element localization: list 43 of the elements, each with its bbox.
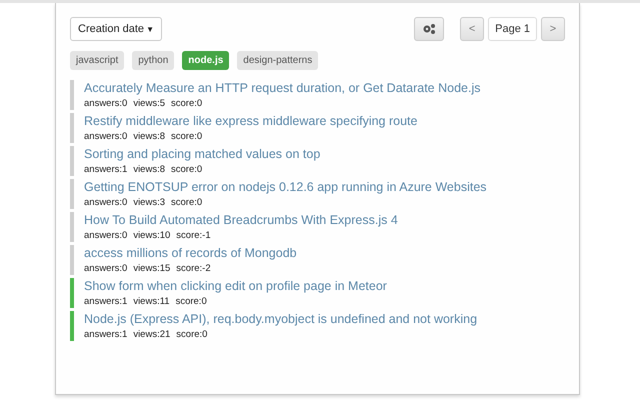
- gears-icon: [422, 23, 436, 35]
- answers-count: answers:1: [84, 329, 128, 340]
- score-value: score:0: [171, 131, 202, 142]
- question-link[interactable]: Accurately Measure an HTTP request duration, or Get Datarate Node.js: [84, 81, 565, 95]
- sort-select[interactable]: Creation date ▼: [70, 17, 162, 41]
- previous-page-button[interactable]: <: [460, 17, 484, 41]
- tag-button[interactable]: javascript: [70, 51, 124, 70]
- question-link[interactable]: Node.js (Express API), req.body.myobject is undefined and not working: [84, 312, 565, 326]
- views-count: views:15: [133, 263, 170, 274]
- score-value: score:0: [176, 329, 208, 340]
- views-count: views:5: [133, 98, 165, 109]
- score-value: score:0: [171, 164, 202, 175]
- score-value: score:0: [176, 296, 207, 307]
- score-value: score:0: [171, 98, 202, 109]
- views-count: views:8: [133, 131, 165, 142]
- page-indicator: Page 1: [488, 17, 537, 41]
- views-count: views:21: [133, 329, 170, 340]
- views-count: views:3: [133, 197, 165, 208]
- next-page-button[interactable]: >: [541, 17, 565, 41]
- question-link[interactable]: Show form when clicking edit on profile page in Meteor: [84, 279, 565, 293]
- question-link[interactable]: Sorting and placing matched values on top: [84, 147, 565, 161]
- answers-count: answers:1: [84, 164, 128, 175]
- settings-button[interactable]: [414, 17, 444, 41]
- views-count: views:8: [133, 164, 165, 175]
- score-value: score:-1: [176, 230, 211, 241]
- score-value: score:0: [171, 197, 202, 208]
- question-link[interactable]: Getting ENOTSUP error on nodejs 0.12.6 app running in Azure Websites: [84, 180, 565, 194]
- tag-button[interactable]: design-patterns: [237, 51, 318, 70]
- tag-button[interactable]: python: [132, 51, 174, 70]
- answers-count: answers:0: [84, 230, 128, 241]
- answers-count: answers:0: [84, 131, 128, 142]
- caret-icon: ▼: [146, 24, 154, 34]
- score-value: score:-2: [176, 263, 211, 274]
- question-link[interactable]: How To Build Automated Breadcrumbs With Express.js 4: [84, 213, 565, 227]
- answers-count: answers:1: [84, 296, 128, 307]
- views-count: views:10: [133, 230, 170, 241]
- views-count: views:11: [133, 296, 170, 307]
- answers-count: answers:0: [84, 197, 128, 208]
- tag-button[interactable]: node.js: [182, 51, 230, 70]
- question-link[interactable]: access millions of records of Mongodb: [84, 246, 565, 260]
- answers-count: answers:0: [84, 263, 128, 274]
- answers-count: answers:0: [84, 98, 128, 109]
- question-link[interactable]: Restify middleware like express middleware specifying route: [84, 114, 565, 128]
